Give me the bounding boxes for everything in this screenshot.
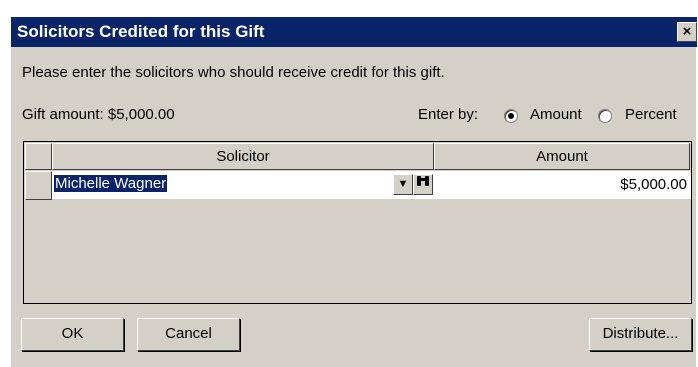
instructions-text: Please enter the solicitors who should r…: [22, 64, 445, 81]
distribute-button[interactable]: Distribute...: [589, 318, 692, 351]
enter-by-label: Enter by:: [418, 106, 479, 123]
solicitors-dialog: Solicitors Credited for this Gift × Plea…: [10, 16, 697, 367]
amount-cell[interactable]: $5,000.00: [434, 171, 691, 200]
amount-radio-label[interactable]: Amount: [530, 106, 582, 123]
chevron-down-icon: ▼: [397, 178, 409, 190]
title-bar[interactable]: Solicitors Credited for this Gift ×: [11, 17, 697, 47]
percent-radio-label[interactable]: Percent: [625, 106, 677, 123]
solicitor-column-header[interactable]: Solicitor: [52, 143, 434, 170]
amount-radio[interactable]: [504, 109, 518, 123]
cancel-button[interactable]: Cancel: [137, 318, 240, 351]
percent-radio[interactable]: [598, 109, 612, 123]
amount-column-header[interactable]: Amount: [434, 143, 690, 170]
dialog-title: Solicitors Credited for this Gift: [17, 22, 265, 41]
ok-button[interactable]: OK: [21, 318, 124, 351]
row-header[interactable]: [25, 171, 52, 200]
solicitor-cell[interactable]: Michelle Wagner ▼: [52, 171, 434, 200]
amount-value: $5,000.00: [620, 176, 687, 193]
corner-header-cell[interactable]: [25, 143, 52, 170]
gift-amount-label: Gift amount: $5,000.00: [22, 106, 175, 123]
close-icon: ×: [682, 23, 692, 40]
solicitor-name[interactable]: Michelle Wagner: [54, 175, 168, 192]
binoculars-icon: [416, 176, 430, 190]
radio-selected-dot: [508, 113, 514, 119]
solicitor-dropdown-button[interactable]: ▼: [393, 174, 413, 195]
solicitor-search-button[interactable]: [413, 174, 433, 195]
close-button[interactable]: ×: [677, 22, 697, 42]
solicitor-grid: Solicitor Amount Michelle Wagner ▼ $5,00…: [23, 141, 692, 304]
